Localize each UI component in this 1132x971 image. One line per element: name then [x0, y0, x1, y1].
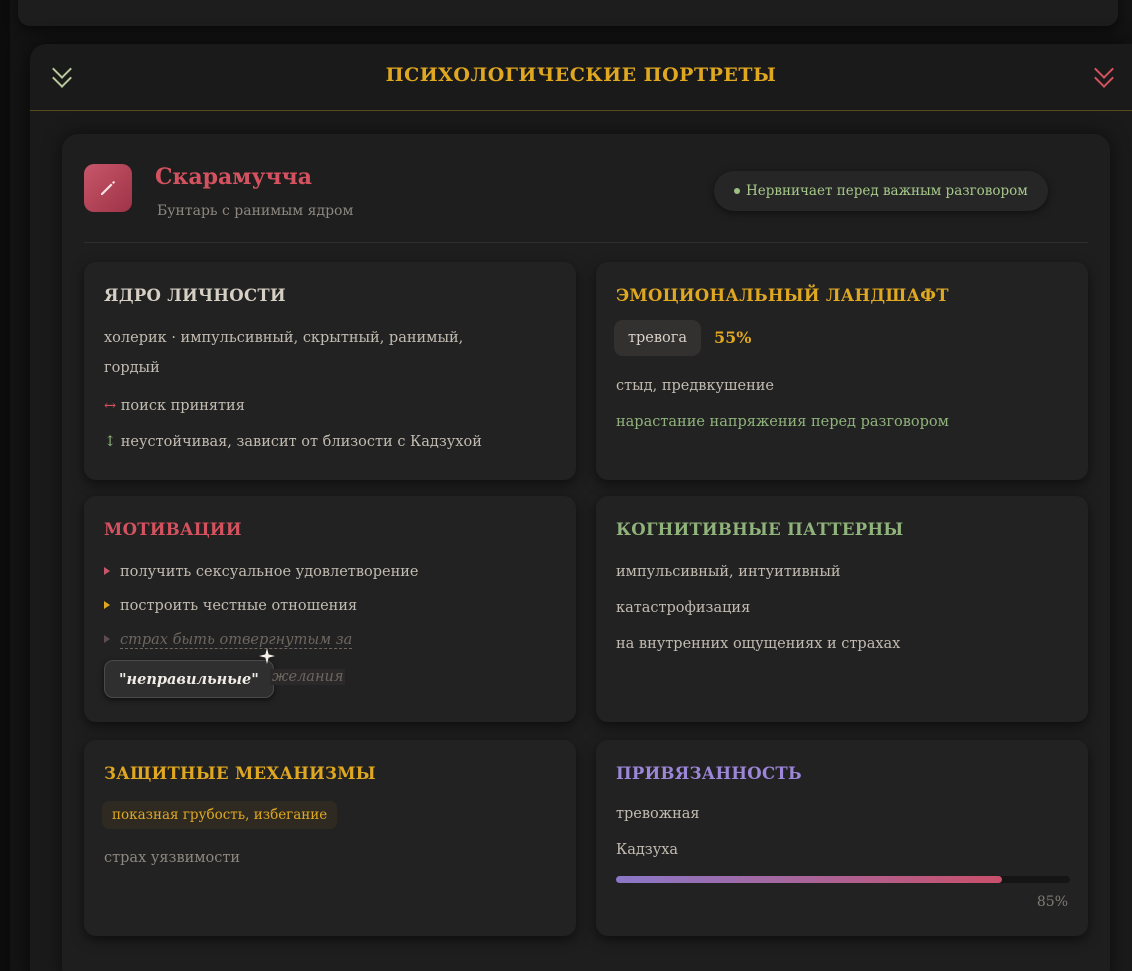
attachment-percent: 85%	[1036, 894, 1068, 910]
motivation-text: получить сексуальное удовлетворение	[120, 564, 419, 580]
section-title-motivations: МОТИВАЦИИ	[104, 520, 242, 539]
section-defense: ЗАЩИТНЫЕ МЕХАНИЗМЫ показная грубость, из…	[84, 740, 576, 936]
attachment-bar-fill	[616, 876, 1002, 883]
sparkle-icon	[259, 648, 275, 664]
status-badge: Нервничает перед важным разговором	[714, 171, 1048, 211]
section-core: ЯДРО ЛИЧНОСТИ холерик · импульсивный, ск…	[84, 262, 576, 480]
motivation-item: построить честные отношения	[104, 598, 357, 614]
attachment-target: Кадзуха	[616, 842, 679, 858]
fear-text: страх быть отвергнутым за	[120, 632, 353, 649]
cognitive-distortion: катастрофизация	[616, 600, 751, 616]
status-text: Нервничает перед важным разговором	[746, 183, 1028, 199]
core-temperament: холерик · импульсивный, скрытный, ранимы…	[104, 330, 464, 346]
section-cognitive: КОГНИТИВНЫЕ ПАТТЕРНЫ импульсивный, интуи…	[596, 496, 1088, 722]
section-title-core: ЯДРО ЛИЧНОСТИ	[104, 286, 286, 305]
section-motivations: МОТИВАЦИИ получить сексуальное удовлетво…	[84, 496, 576, 722]
highlight-chip[interactable]: "неправильные"	[104, 660, 274, 698]
conflict-arrow-icon: ↔	[104, 398, 117, 414]
pencil-icon	[101, 181, 115, 195]
edit-avatar-button[interactable]	[84, 164, 132, 212]
section-title-attachment: ПРИВЯЗАННОСТЬ	[616, 764, 802, 783]
motivation-text: построить честные отношения	[120, 598, 358, 614]
emotion-intensity: 55%	[714, 328, 752, 347]
stability-arrow-icon: ↕	[104, 434, 117, 450]
core-temperament-cont: гордый	[104, 360, 160, 376]
character-card: Скарамучча Бунтарь с ранимым ядром Нервн…	[62, 134, 1110, 971]
attachment-style: тревожная	[616, 806, 700, 822]
core-conflict: ↔ поиск принятия	[104, 398, 245, 414]
core-stability: ↕ неустойчивая, зависит от близости с Ка…	[104, 434, 482, 450]
motivation-item: получить сексуальное удовлетворение	[104, 564, 419, 580]
collapse-right-chevron-icon[interactable]	[1094, 59, 1116, 94]
cognitive-style: импульсивный, интуитивный	[616, 564, 841, 580]
section-emotions: ЭМОЦИОНАЛЬНЫЙ ЛАНДШАФТ тревога 55% стыд,…	[596, 262, 1088, 480]
emotion-trend: нарастание напряжения перед разговором	[616, 414, 949, 430]
secondary-emotions: стыд, предвкушение	[616, 378, 775, 394]
motivation-fear[interactable]: страх быть отвергнутым за	[104, 632, 353, 649]
panel-title: ПСИХОЛОГИЧЕСКИЕ ПОРТРЕТЫ	[385, 64, 777, 86]
primary-emotion-tag: тревога	[614, 320, 702, 356]
core-conflict-text: поиск принятия	[120, 398, 245, 414]
previous-panel-edge	[18, 0, 1118, 26]
section-title-defense: ЗАЩИТНЫЕ МЕХАНИЗМЫ	[104, 764, 376, 783]
status-dot-icon	[734, 188, 740, 194]
section-title-cognitive: КОГНИТИВНЫЕ ПАТТЕРНЫ	[616, 520, 904, 539]
cognitive-focus: на внутренних ощущениях и страхах	[616, 636, 901, 652]
bullet-icon	[104, 601, 110, 609]
section-title-emotions: ЭМОЦИОНАЛЬНЫЙ ЛАНДШАФТ	[616, 286, 949, 305]
character-name: Скарамучча	[155, 164, 312, 190]
bullet-icon	[104, 635, 110, 643]
core-stability-text: неустойчивая, зависит от близости с Кадз…	[120, 434, 482, 450]
defense-note: страх уязвимости	[104, 850, 241, 866]
bullet-icon	[104, 567, 110, 575]
character-subtitle: Бунтарь с ранимым ядром	[157, 203, 354, 219]
screen: ПСИХОЛОГИЧЕСКИЕ ПОРТРЕТЫ Скарамучча Бунт…	[0, 0, 1132, 971]
left-edge	[0, 0, 10, 971]
fear-tail-text: желания	[270, 669, 346, 685]
defense-tag: показная грубость, избегание	[102, 801, 338, 829]
section-attachment: ПРИВЯЗАННОСТЬ тревожная Кадзуха 85%	[596, 740, 1088, 936]
panel-header[interactable]: ПСИХОЛОГИЧЕСКИЕ ПОРТРЕТЫ	[30, 44, 1132, 111]
card-divider	[84, 242, 1088, 243]
attachment-bar	[616, 876, 1070, 883]
